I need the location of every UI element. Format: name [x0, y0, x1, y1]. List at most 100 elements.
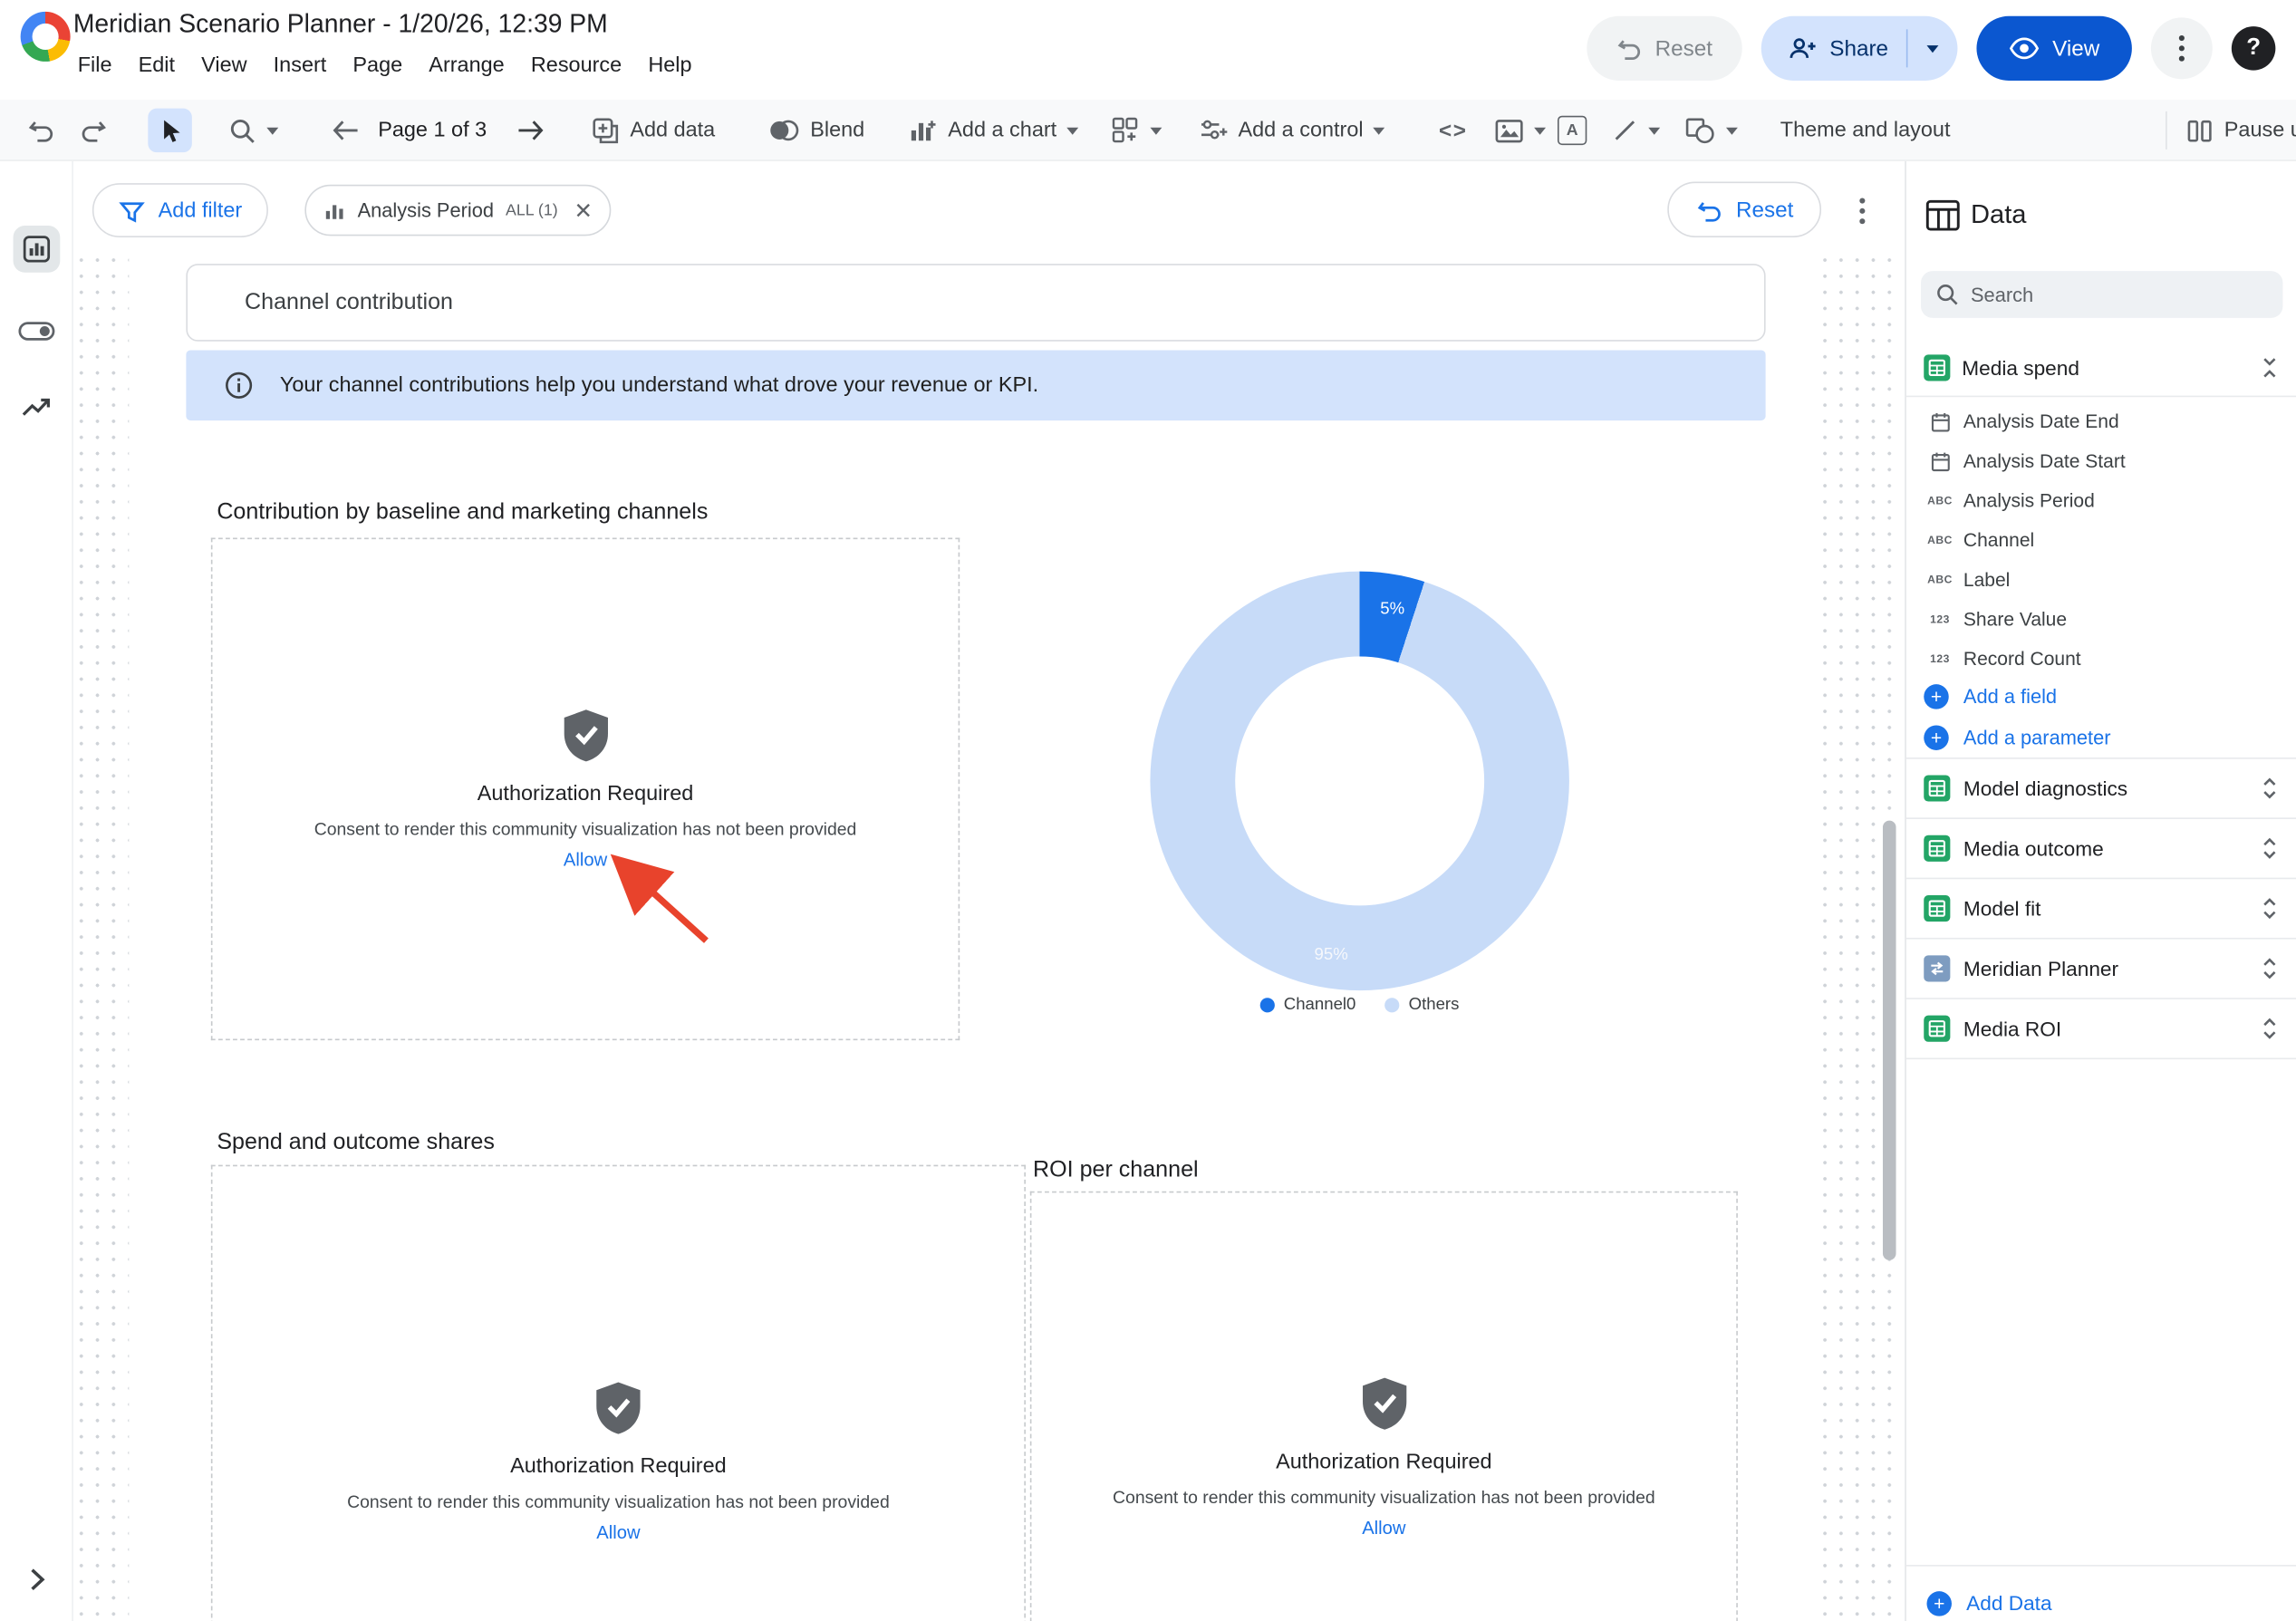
- add-control-button[interactable]: Add a control: [1199, 100, 1385, 161]
- source-row-meridian-planner[interactable]: Meridian Planner: [1906, 940, 2296, 999]
- insert-text-button[interactable]: A: [1558, 100, 1587, 161]
- help-button[interactable]: ?: [2232, 26, 2276, 71]
- unfold-more-icon[interactable]: [2260, 1017, 2281, 1040]
- info-banner[interactable]: Your channel contributions help you unde…: [186, 350, 1765, 420]
- data-search[interactable]: [1921, 271, 2282, 318]
- filter-bar-more-options[interactable]: [1845, 193, 1880, 228]
- report-canvas: Add filter Analysis Period ALL (1) ✕ Res…: [73, 161, 1897, 1621]
- blend-button[interactable]: Blend: [767, 100, 864, 161]
- menu-insert[interactable]: Insert: [260, 50, 340, 82]
- filter-chip-analysis-period[interactable]: Analysis Period ALL (1) ✕: [304, 185, 611, 236]
- collapse-fields-icon[interactable]: [2260, 356, 2281, 380]
- pause-updates-button[interactable]: Pause u: [2186, 100, 2296, 161]
- left-rail: [0, 161, 73, 1621]
- legend-item-channel0[interactable]: Channel0: [1260, 997, 1355, 1014]
- magnifier-icon: [228, 117, 256, 145]
- viz-placeholder-spend-shares[interactable]: Authorization Required Consent to render…: [211, 1165, 1026, 1621]
- viz-placeholder-contribution[interactable]: Authorization Required Consent to render…: [211, 537, 960, 1040]
- rail-controls-button[interactable]: [14, 308, 61, 355]
- canvas-scrollbar[interactable]: [1883, 821, 1896, 1260]
- unfold-more-icon[interactable]: [2260, 777, 2281, 800]
- auth-title: Authorization Required: [510, 1455, 727, 1479]
- unfold-more-icon[interactable]: [2260, 836, 2281, 860]
- blend-icon: [767, 119, 800, 142]
- image-icon: [1494, 118, 1523, 142]
- source-row-media-roi[interactable]: Media ROI: [1906, 999, 2296, 1059]
- add-data-bottom-button[interactable]: + Add Data: [1906, 1579, 2296, 1621]
- share-dropdown-button[interactable]: [1907, 16, 1957, 81]
- insert-shape-button[interactable]: [1685, 100, 1738, 161]
- date-field-icon: [1924, 411, 1956, 432]
- rail-expand-button[interactable]: [14, 1556, 61, 1603]
- page-back-button[interactable]: [331, 100, 360, 161]
- community-viz-icon: [1111, 116, 1140, 145]
- field-row-share-value[interactable]: 123 Share Value: [1906, 599, 2296, 639]
- field-row-record-count[interactable]: 123 Record Count: [1906, 639, 2296, 679]
- allow-link[interactable]: Allow: [1362, 1518, 1405, 1539]
- add-data-button[interactable]: Add data: [592, 100, 715, 161]
- source-media-spend[interactable]: Media spend: [1906, 340, 2296, 395]
- zoom-tool-button[interactable]: [228, 100, 278, 161]
- add-chart-button[interactable]: Add a chart: [909, 100, 1079, 161]
- menu-file[interactable]: File: [64, 50, 125, 82]
- bar-chart-icon: [323, 200, 345, 221]
- redo-button[interactable]: [79, 100, 108, 161]
- undo-button[interactable]: [26, 100, 55, 161]
- looker-studio-logo[interactable]: [21, 12, 71, 62]
- source-row-model-fit[interactable]: Model fit: [1906, 879, 2296, 939]
- add-a-parameter-button[interactable]: + Add a parameter: [1906, 718, 2296, 756]
- field-row-label[interactable]: ABC Label: [1906, 560, 2296, 600]
- insert-line-button[interactable]: [1612, 100, 1660, 161]
- menu-edit[interactable]: Edit: [125, 50, 188, 82]
- select-tool-button[interactable]: [148, 109, 192, 153]
- filter-reset-button[interactable]: Reset: [1667, 182, 1821, 237]
- plus-icon: +: [1924, 725, 1948, 749]
- view-button[interactable]: View: [1976, 16, 2132, 81]
- number-field-icon: 123: [1924, 652, 1956, 666]
- report-title[interactable]: Meridian Scenario Planner - 1/20/26, 12:…: [73, 9, 608, 40]
- rail-report-tool-button[interactable]: [14, 226, 61, 273]
- community-visualizations-button[interactable]: [1111, 100, 1162, 161]
- field-row-analysis-date-end[interactable]: Analysis Date End: [1906, 401, 2296, 441]
- add-data-icon: [592, 117, 620, 145]
- auth-message: Consent to render this community visuali…: [347, 1491, 890, 1512]
- embed-code-button[interactable]: <>: [1439, 100, 1468, 161]
- source-row-media-outcome[interactable]: Media outcome: [1906, 819, 2296, 879]
- channel-contribution-card[interactable]: Channel contribution: [186, 264, 1765, 342]
- menu-help[interactable]: Help: [635, 50, 705, 82]
- info-icon: [224, 371, 253, 400]
- header-more-options-button[interactable]: [2151, 17, 2213, 79]
- rail-trend-button[interactable]: [14, 384, 61, 431]
- page-forward-button[interactable]: [516, 100, 545, 161]
- section-title-spend-shares: Spend and outcome shares: [217, 1130, 495, 1156]
- legend-dot-channel0: [1260, 998, 1275, 1012]
- add-filter-button[interactable]: Add filter: [92, 183, 268, 237]
- unfold-more-icon[interactable]: [2260, 957, 2281, 980]
- add-a-field-button[interactable]: + Add a field: [1906, 677, 2296, 715]
- legend-item-others[interactable]: Others: [1385, 997, 1460, 1014]
- menu-page[interactable]: Page: [340, 50, 416, 82]
- chip-close-icon[interactable]: ✕: [574, 197, 592, 223]
- authorization-required-block: Authorization Required Consent to render…: [347, 1380, 890, 1542]
- page-indicator[interactable]: Page 1 of 3: [378, 100, 487, 161]
- theme-and-layout-button[interactable]: Theme and layout: [1780, 100, 1951, 161]
- menu-arrange[interactable]: Arrange: [416, 50, 518, 82]
- allow-link[interactable]: Allow: [596, 1522, 640, 1543]
- menu-resource[interactable]: Resource: [517, 50, 634, 82]
- data-search-input[interactable]: [1971, 284, 2249, 305]
- viz-placeholder-roi[interactable]: Authorization Required Consent to render…: [1030, 1192, 1738, 1621]
- donut-chart-container[interactable]: 5% 95%: [1150, 572, 1568, 990]
- header-reset-button[interactable]: Reset: [1587, 16, 1742, 81]
- auth-title: Authorization Required: [478, 783, 694, 806]
- field-row-analysis-date-start[interactable]: Analysis Date Start: [1906, 441, 2296, 481]
- field-row-analysis-period[interactable]: ABC Analysis Period: [1906, 480, 2296, 520]
- source-row-model-diagnostics[interactable]: Model diagnostics: [1906, 759, 2296, 819]
- field-row-channel[interactable]: ABC Channel: [1906, 520, 2296, 560]
- menu-view[interactable]: View: [188, 50, 261, 82]
- toggle-icon: [17, 320, 55, 343]
- data-panel-icon: [1925, 199, 1961, 232]
- insert-image-button[interactable]: [1494, 100, 1546, 161]
- unfold-more-icon[interactable]: [2260, 897, 2281, 921]
- shield-check-icon: [593, 1380, 643, 1435]
- share-button[interactable]: Share: [1761, 16, 1957, 81]
